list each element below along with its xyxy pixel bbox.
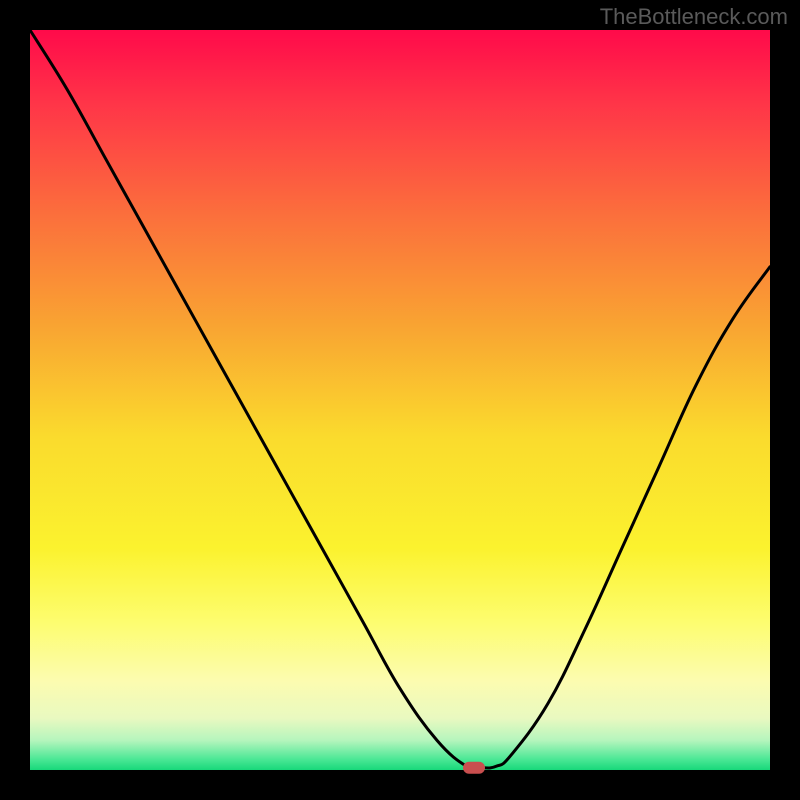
chart-svg (0, 0, 800, 800)
optimal-marker (463, 762, 485, 774)
plot-background (30, 30, 770, 770)
chart-container (0, 0, 800, 800)
watermark-text: TheBottleneck.com (600, 4, 788, 30)
